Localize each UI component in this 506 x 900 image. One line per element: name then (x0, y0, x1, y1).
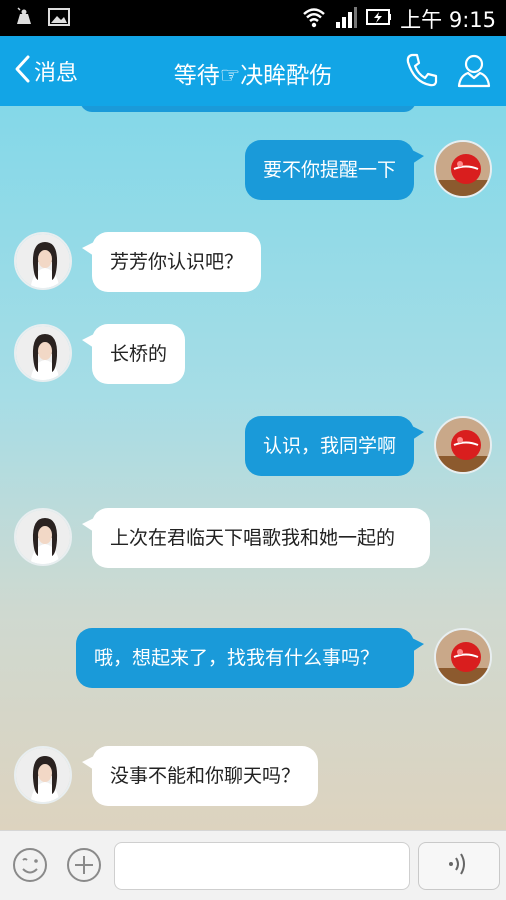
message-incoming: 没事不能和你聊天吗？ (14, 746, 319, 806)
android-notification-icon (14, 7, 34, 31)
message-text: 认识，我同学啊 (262, 435, 396, 457)
my-avatar[interactable] (434, 416, 492, 474)
battery-charging-icon (366, 6, 392, 32)
partial-message-bubble (80, 106, 416, 112)
signal-icon (334, 5, 358, 33)
my-avatar[interactable] (434, 628, 492, 686)
my-avatar[interactable] (434, 140, 492, 198)
message-bubble[interactable]: 长桥的 (81, 324, 186, 384)
contact-avatar[interactable] (14, 324, 72, 382)
voice-button[interactable] (418, 842, 500, 890)
image-notification-icon (48, 7, 70, 31)
profile-icon[interactable] (456, 52, 492, 92)
message-bubble[interactable]: 上次在君临天下唱歌我和她一起的 (82, 508, 430, 568)
status-bar: 上午 9:15 (0, 0, 506, 36)
message-bubble[interactable]: 要不你提醒一下 (244, 140, 425, 200)
message-outgoing: 要不你提醒一下 (244, 140, 492, 200)
message-list[interactable]: 要不你提醒一下 芳芳你认识吧？ 长桥的 认识，我同学啊 上次在君临天下唱歌我和她… (0, 106, 506, 830)
contact-avatar[interactable] (14, 746, 72, 804)
status-time: 上午 9:15 (400, 8, 496, 32)
message-text: 上次在君临天下唱歌我和她一起的 (110, 527, 396, 549)
message-text: 长桥的 (110, 343, 168, 365)
message-text: 要不你提醒一下 (262, 159, 396, 181)
message-bubble[interactable]: 没事不能和你聊天吗？ (81, 746, 319, 806)
message-text: 没事不能和你聊天吗？ (110, 765, 301, 787)
message-incoming: 长桥的 (14, 324, 186, 384)
add-icon[interactable] (66, 847, 102, 883)
message-bubble[interactable]: 哦，想起来了，找我有什么事吗？ (76, 628, 424, 688)
phone-icon[interactable] (404, 52, 438, 92)
message-incoming: 芳芳你认识吧？ (14, 232, 262, 292)
contact-avatar[interactable] (14, 232, 72, 290)
message-incoming: 上次在君临天下唱歌我和她一起的 (14, 508, 430, 568)
message-text: 芳芳你认识吧？ (110, 251, 244, 273)
message-input[interactable] (114, 842, 410, 890)
wifi-icon (302, 5, 326, 33)
message-outgoing: 认识，我同学啊 (244, 416, 492, 476)
voice-icon (445, 850, 473, 882)
contact-avatar[interactable] (14, 508, 72, 566)
emoji-icon[interactable] (12, 847, 48, 883)
message-bubble[interactable]: 认识，我同学啊 (244, 416, 425, 476)
message-outgoing: 哦，想起来了，找我有什么事吗？ (76, 628, 492, 688)
input-bar (0, 830, 506, 900)
chat-header: 消息 等待☞决眸酔伤 (0, 36, 506, 106)
message-text: 哦，想起来了，找我有什么事吗？ (94, 647, 380, 669)
message-bubble[interactable]: 芳芳你认识吧？ (81, 232, 262, 292)
